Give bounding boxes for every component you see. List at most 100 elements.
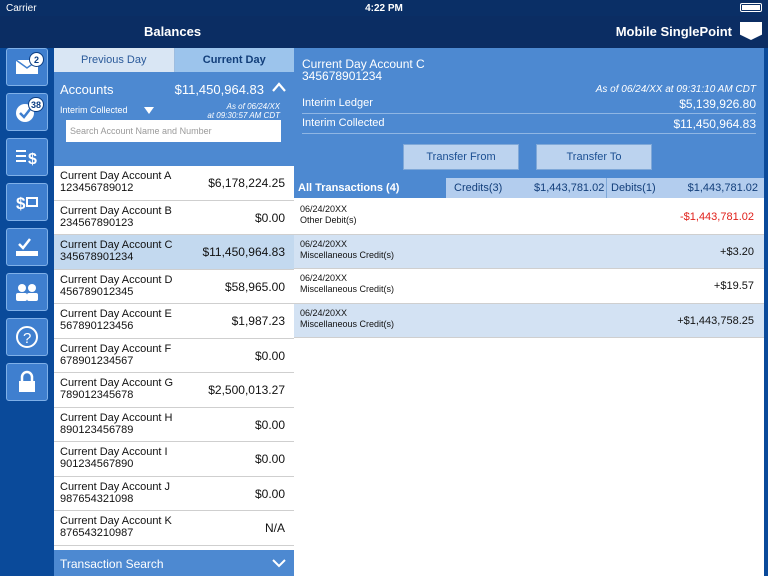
transaction-row[interactable]: 06/24/20XX Miscellaneous Credit(s) +$1,443… (294, 303, 764, 338)
accounts-panel: Previous Day Current Day Accounts $11,45… (54, 48, 294, 576)
check-deposit-icon (16, 238, 38, 256)
account-label: Current Day Account F (60, 342, 172, 355)
interim-collected-value: $11,450,964.83 (673, 117, 756, 131)
account-name: Current Day Account A 123456789012 (60, 170, 171, 194)
svg-text:?: ? (23, 330, 31, 347)
account-balance: $0.00 (254, 452, 285, 466)
brand-title: Mobile SinglePoint (615, 24, 732, 39)
account-name: Current Day Account E 567890123456 (60, 308, 172, 332)
transaction-list: 06/24/20XX Other Debit(s) -$1,443,781.02 06… (294, 200, 764, 338)
account-row[interactable]: Current Day Account J 987654321098 $0.00 (54, 476, 294, 511)
interim-ledger-label: Interim Ledger (302, 97, 373, 109)
account-row[interactable]: Current Day Account K 876543210987 N/A (54, 511, 294, 546)
account-label: Current Day Account D (60, 273, 173, 286)
tab-current-day[interactable]: Current Day (174, 48, 294, 72)
account-row[interactable]: Current Day Account G 789012345678 $2,500,… (54, 373, 294, 408)
account-row[interactable]: Current Day Account D 456789012345 $58,965… (54, 269, 294, 304)
debits-amount: $1,443,781.02 (687, 182, 758, 194)
interim-collected-row: Interim Collected $11,450,964.83 (302, 114, 756, 134)
transaction-info: 06/24/20XX Miscellaneous Credit(s) (300, 239, 394, 261)
account-balance: $0.00 (254, 210, 285, 225)
transfer-to-button[interactable]: Transfer To (536, 144, 652, 170)
account-balance: $6,178,224.25 (208, 176, 285, 190)
account-number: 876543210987 (60, 527, 134, 539)
account-balance: $0.00 (254, 417, 285, 432)
day-tabs: Previous Day Current Day (54, 48, 294, 72)
chevron-up-icon[interactable] (272, 81, 286, 95)
account-label: Current Day Account H (60, 411, 173, 424)
accounts-asof: As of 06/24/XX at 09:30:57 AM CDT (207, 102, 280, 120)
account-label: Current Day Account B (60, 204, 172, 217)
approvals-badge: 38 (27, 97, 44, 112)
tab-previous-day[interactable]: Previous Day (54, 48, 175, 72)
account-list: Current Day Account A 123456789012 $6,178,… (54, 166, 294, 546)
transaction-row[interactable]: 06/24/20XX Miscellaneous Credit(s) +$3.20 (294, 234, 764, 269)
dollar-card-icon: $ (16, 194, 38, 213)
transaction-search-bar[interactable]: Transaction Search (54, 550, 294, 576)
transaction-info: 06/24/20XX Other Debit(s) (300, 204, 357, 226)
interim-ledger-value: $5,139,926.80 (679, 97, 756, 111)
transaction-date: 06/24/20XX (300, 204, 348, 214)
chevron-down-icon[interactable] (272, 558, 286, 568)
transaction-date: 06/24/20XX (300, 238, 348, 249)
transaction-amount: +$19.57 (713, 280, 754, 292)
account-row[interactable]: Current Day Account C 345678901234 $11,450… (54, 235, 294, 270)
account-name: Current Day Account J 987654321098 (60, 481, 170, 505)
sidebar-item-deposits[interactable] (6, 228, 48, 266)
account-row[interactable]: Current Day Account F 678901234567 $0.00 (54, 338, 294, 373)
sidebar-item-logout[interactable] (6, 363, 48, 401)
sidebar-item-approvals[interactable]: 38 (6, 93, 48, 131)
account-name: Current Day Account C 345678901234 (60, 239, 173, 263)
account-search-input[interactable] (66, 120, 281, 142)
accounts-asof-date: As of 06/24/XX (226, 102, 280, 111)
brand-logo-icon (740, 22, 762, 40)
filter-credits[interactable]: Credits(3) (454, 182, 502, 194)
sidebar-item-balances[interactable]: $ (6, 138, 48, 176)
account-number: 123456789012 (60, 182, 134, 194)
sidebar-item-mail[interactable]: 2 (6, 48, 48, 86)
detail-account: Current Day Account C 345678901234 (302, 58, 425, 82)
accounts-asof-time: at 09:30:57 AM CDT (207, 111, 280, 120)
balance-mode-select[interactable]: Interim Collected (60, 105, 128, 115)
battery-icon (740, 3, 762, 12)
transfer-from-button[interactable]: Transfer From (403, 144, 519, 170)
account-label: Current Day Account E (60, 308, 172, 320)
account-label: Current Day Account C (60, 239, 173, 251)
dollar-list-icon: $ (16, 150, 37, 168)
account-row[interactable]: Current Day Account H 890123456789 $0.00 (54, 407, 294, 442)
account-name: Current Day Account K 876543210987 (60, 515, 172, 539)
account-number: 890123456789 (60, 423, 134, 436)
account-name: Current Day Account F 678901234567 (60, 343, 171, 367)
help-icon: ? (16, 326, 38, 348)
account-number: 678901234567 (60, 354, 134, 367)
account-detail-header: Current Day Account C 345678901234 As of… (294, 48, 764, 178)
account-row[interactable]: Current Day Account A 123456789012 $6,178,… (54, 166, 294, 201)
dropdown-arrow-icon[interactable] (144, 107, 154, 114)
transaction-row[interactable]: 06/24/20XX Other Debit(s) -$1,443,781.02 (294, 200, 764, 235)
account-name: Current Day Account H 890123456789 (60, 412, 173, 436)
sidebar-item-users[interactable] (6, 273, 48, 311)
filter-debits[interactable]: Debits(1) (611, 182, 656, 194)
filter-all-transactions[interactable]: All Transactions (4) (294, 178, 446, 198)
credits-amount: $1,443,781.02 (534, 182, 605, 194)
interim-ledger-row: Interim Ledger $5,139,926.80 (302, 94, 756, 114)
transaction-type: Miscellaneous Credit(s) (300, 249, 395, 260)
account-row[interactable]: Current Day Account B 234567890123 $0.00 (54, 200, 294, 235)
account-label: Current Day Account K (60, 515, 172, 527)
transaction-amount: -$1,443,781.02 (679, 211, 754, 223)
account-row[interactable]: Current Day Account I 901234567890 $0.00 (54, 442, 294, 477)
account-row[interactable]: Current Day Account E 567890123456 $1,987.… (54, 304, 294, 339)
app-header: Balances Mobile SinglePoint (0, 16, 768, 48)
account-number: 345678901234 (60, 251, 134, 263)
filter-divider (606, 178, 607, 198)
lock-icon (19, 370, 35, 392)
sidebar-item-help[interactable]: ? (6, 318, 48, 356)
account-balance: $58,965.00 (224, 279, 285, 294)
users-icon (16, 284, 38, 301)
account-name: Current Day Account B 234567890123 (60, 205, 172, 229)
svg-text:$: $ (16, 194, 26, 213)
transaction-amount: +$1,443,758.25 (677, 314, 754, 327)
sidebar-item-transfers[interactable]: $ (6, 183, 48, 221)
transaction-row[interactable]: 06/24/20XX Miscellaneous Credit(s) +$19.57 (294, 269, 764, 304)
account-balance: $0.00 (254, 348, 285, 363)
